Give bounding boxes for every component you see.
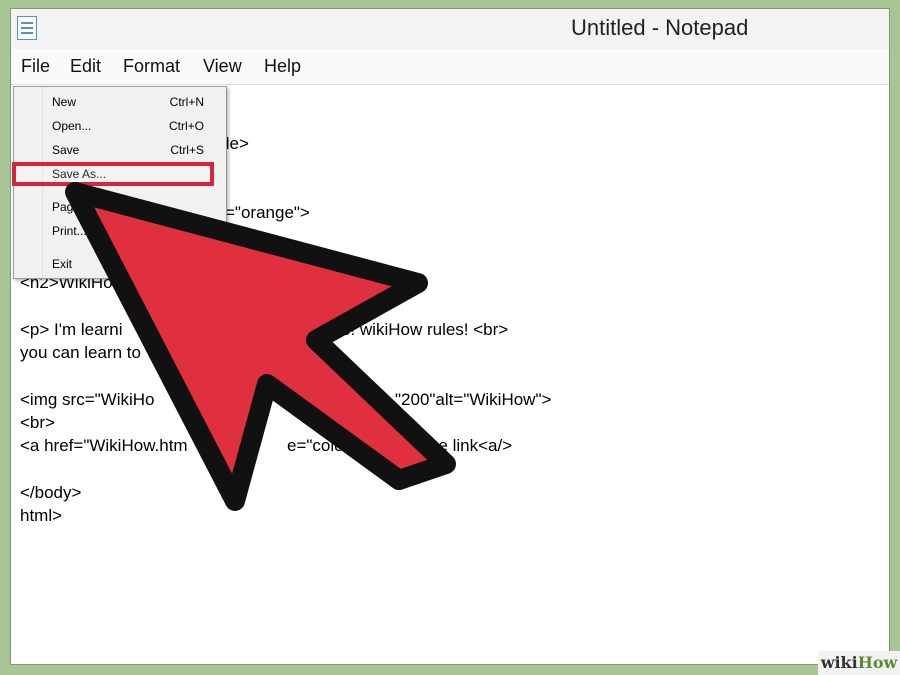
wikihow-watermark: wikiHow: [818, 651, 900, 675]
watermark-suffix: How: [857, 653, 898, 672]
watermark-prefix: wiki: [820, 653, 858, 672]
arrow-pointer-icon: [65, 182, 456, 511]
